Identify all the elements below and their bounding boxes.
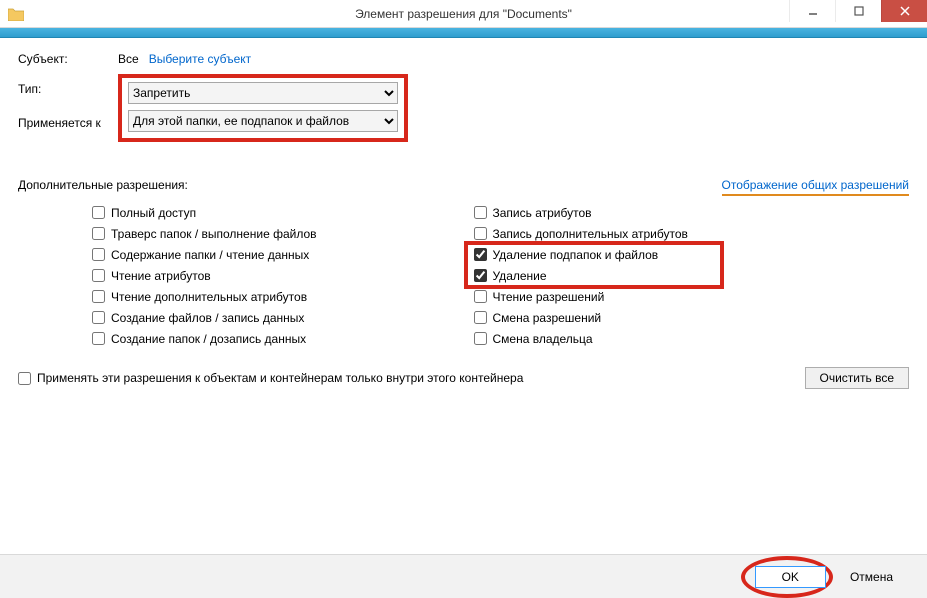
permission-checkbox[interactable] [92,269,105,282]
advanced-title: Дополнительные разрешения: [18,178,188,192]
permission-item: Запись атрибутов [474,202,910,223]
permission-label: Запись дополнительных атрибутов [493,227,688,241]
permission-item: Смена разрешений [474,307,910,328]
show-basic-permissions-link[interactable]: Отображение общих разрешений [722,178,909,196]
permission-checkbox[interactable] [92,227,105,240]
permission-label: Чтение дополнительных атрибутов [111,290,307,304]
minimize-button[interactable] [789,0,835,22]
permission-label: Удаление [493,269,547,283]
permission-label: Смена владельца [493,332,593,346]
dialog-footer: OK Отмена [0,554,927,598]
permission-item: Удаление подпапок и файлов [474,244,910,265]
permission-checkbox[interactable] [474,227,487,240]
permission-item: Траверс папок / выполнение файлов [92,223,464,244]
dialog-content: Субъект: Все Выберите субъект Тип: Приме… [0,38,927,554]
permission-label: Полный доступ [111,206,196,220]
permission-checkbox[interactable] [92,248,105,261]
permission-label: Содержание папки / чтение данных [111,248,309,262]
permission-label: Создание файлов / запись данных [111,311,304,325]
type-applies-highlight: Запретить Для этой папки, ее подпапок и … [118,74,408,142]
subject-row: Субъект: Все Выберите субъект [18,52,909,66]
type-label: Тип: [18,82,41,96]
subject-value: Все [118,52,139,66]
maximize-button[interactable] [835,0,881,22]
advanced-permissions: Дополнительные разрешения: Отображение о… [18,178,909,389]
permission-checkbox[interactable] [92,332,105,345]
permission-label: Запись атрибутов [493,206,592,220]
permission-item: Создание папок / дозапись данных [92,328,464,349]
subject-label: Субъект: [18,52,118,66]
permission-label: Смена разрешений [493,311,602,325]
permission-item: Полный доступ [92,202,464,223]
permission-item: Создание файлов / запись данных [92,307,464,328]
permissions-column-left: Полный доступ Траверс папок / выполнение … [18,202,464,349]
window-buttons [789,0,927,22]
window-title: Элемент разрешения для "Documents" [0,7,927,21]
cancel-button[interactable]: Отмена [836,566,907,588]
permission-item: Чтение атрибутов [92,265,464,286]
titlebar: Элемент разрешения для "Documents" [0,0,927,28]
permission-checkbox[interactable] [474,269,487,282]
folder-icon [6,4,26,24]
permission-checkbox[interactable] [92,290,105,303]
permission-checkbox[interactable] [474,332,487,345]
only-container-label: Применять эти разрешения к объектам и ко… [37,371,523,385]
permissions-column-right: Запись атрибутов Запись дополнительных ат… [464,202,910,349]
permission-checkbox[interactable] [474,311,487,324]
permission-item: Запись дополнительных атрибутов [474,223,910,244]
type-select[interactable]: Запретить [128,82,398,104]
permission-item: Смена владельца [474,328,910,349]
applies-select[interactable]: Для этой папки, ее подпапок и файлов [128,110,398,132]
permission-item: Чтение дополнительных атрибутов [92,286,464,307]
permission-label: Чтение атрибутов [111,269,211,283]
only-container-checkbox[interactable] [18,372,31,385]
select-subject-link[interactable]: Выберите субъект [149,52,251,66]
ok-button[interactable]: OK [755,566,826,588]
permission-label: Траверс папок / выполнение файлов [111,227,317,241]
only-container-row: Применять эти разрешения к объектам и ко… [18,371,523,385]
permission-checkbox[interactable] [92,311,105,324]
permission-item: Чтение разрешений [474,286,910,307]
permission-checkbox[interactable] [474,206,487,219]
permission-item: Содержание папки / чтение данных [92,244,464,265]
permission-checkbox[interactable] [474,290,487,303]
ribbon-band [0,28,927,38]
permission-item: Удаление [474,265,910,286]
permission-label: Удаление подпапок и файлов [493,248,659,262]
permission-checkbox[interactable] [92,206,105,219]
applies-label: Применяется к [18,116,101,130]
permission-label: Создание папок / дозапись данных [111,332,306,346]
permission-label: Чтение разрешений [493,290,605,304]
permission-checkbox[interactable] [474,248,487,261]
close-button[interactable] [881,0,927,22]
clear-all-button[interactable]: Очистить все [805,367,909,389]
